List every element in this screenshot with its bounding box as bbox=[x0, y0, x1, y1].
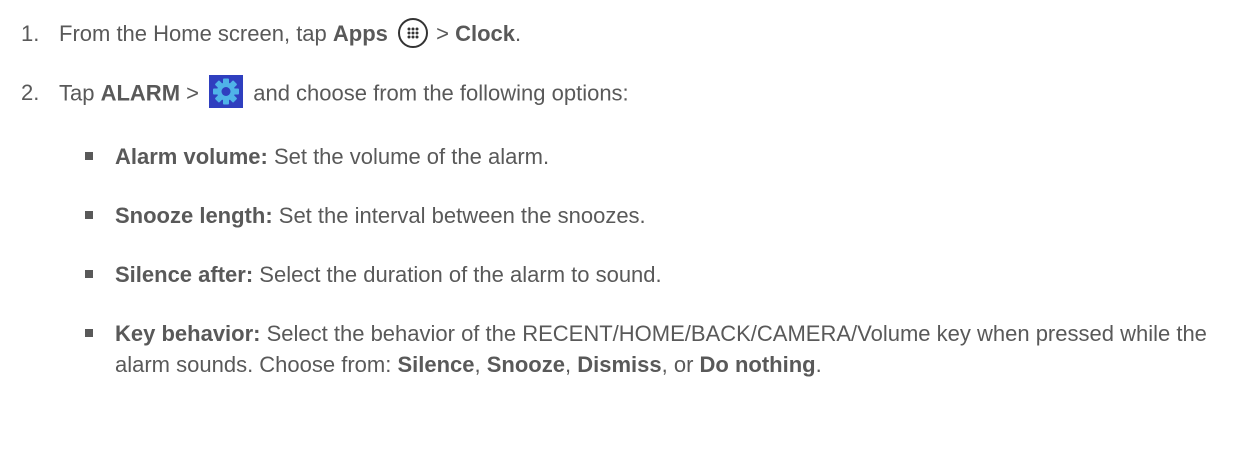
option-term: Silence after: bbox=[115, 262, 254, 287]
step-text: Tap bbox=[59, 80, 101, 106]
option-desc: Set the volume of the alarm. bbox=[267, 144, 550, 169]
bullet-icon bbox=[85, 329, 93, 337]
separator: > bbox=[430, 21, 456, 46]
apps-label: Apps bbox=[332, 21, 388, 46]
bullet-icon bbox=[85, 152, 93, 160]
option-desc: Select the duration of the alarm to soun… bbox=[253, 262, 662, 287]
gear-icon bbox=[209, 75, 244, 108]
step-number: 1. bbox=[21, 21, 40, 46]
choice-silence: Silence bbox=[397, 352, 475, 377]
option-desc: Set the interval between the snoozes. bbox=[272, 203, 646, 228]
option-term: Snooze length: bbox=[115, 203, 273, 228]
step-2: 2. Tap ALARM > and choose from the follo… bbox=[21, 75, 629, 111]
separator: > bbox=[180, 80, 206, 106]
step-text: and choose from the following options: bbox=[247, 80, 629, 106]
option-term: Key behavior: bbox=[115, 321, 261, 346]
step-number: 2. bbox=[21, 80, 40, 106]
step-1: 1. From the Home screen, tap Apps > Clock… bbox=[21, 18, 521, 50]
bullet-icon bbox=[85, 211, 93, 219]
choice-dismiss: Dismiss bbox=[577, 352, 662, 377]
alarm-label: ALARM bbox=[100, 80, 181, 106]
option-term: Alarm volume: bbox=[115, 144, 268, 169]
choice-do-nothing: Do nothing bbox=[699, 352, 816, 377]
bullet-icon bbox=[85, 270, 93, 278]
step-text: From the Home screen, tap bbox=[59, 21, 333, 46]
apps-grid-icon bbox=[398, 18, 429, 49]
clock-label: Clock bbox=[455, 21, 516, 46]
choice-snooze: Snooze bbox=[486, 352, 565, 377]
